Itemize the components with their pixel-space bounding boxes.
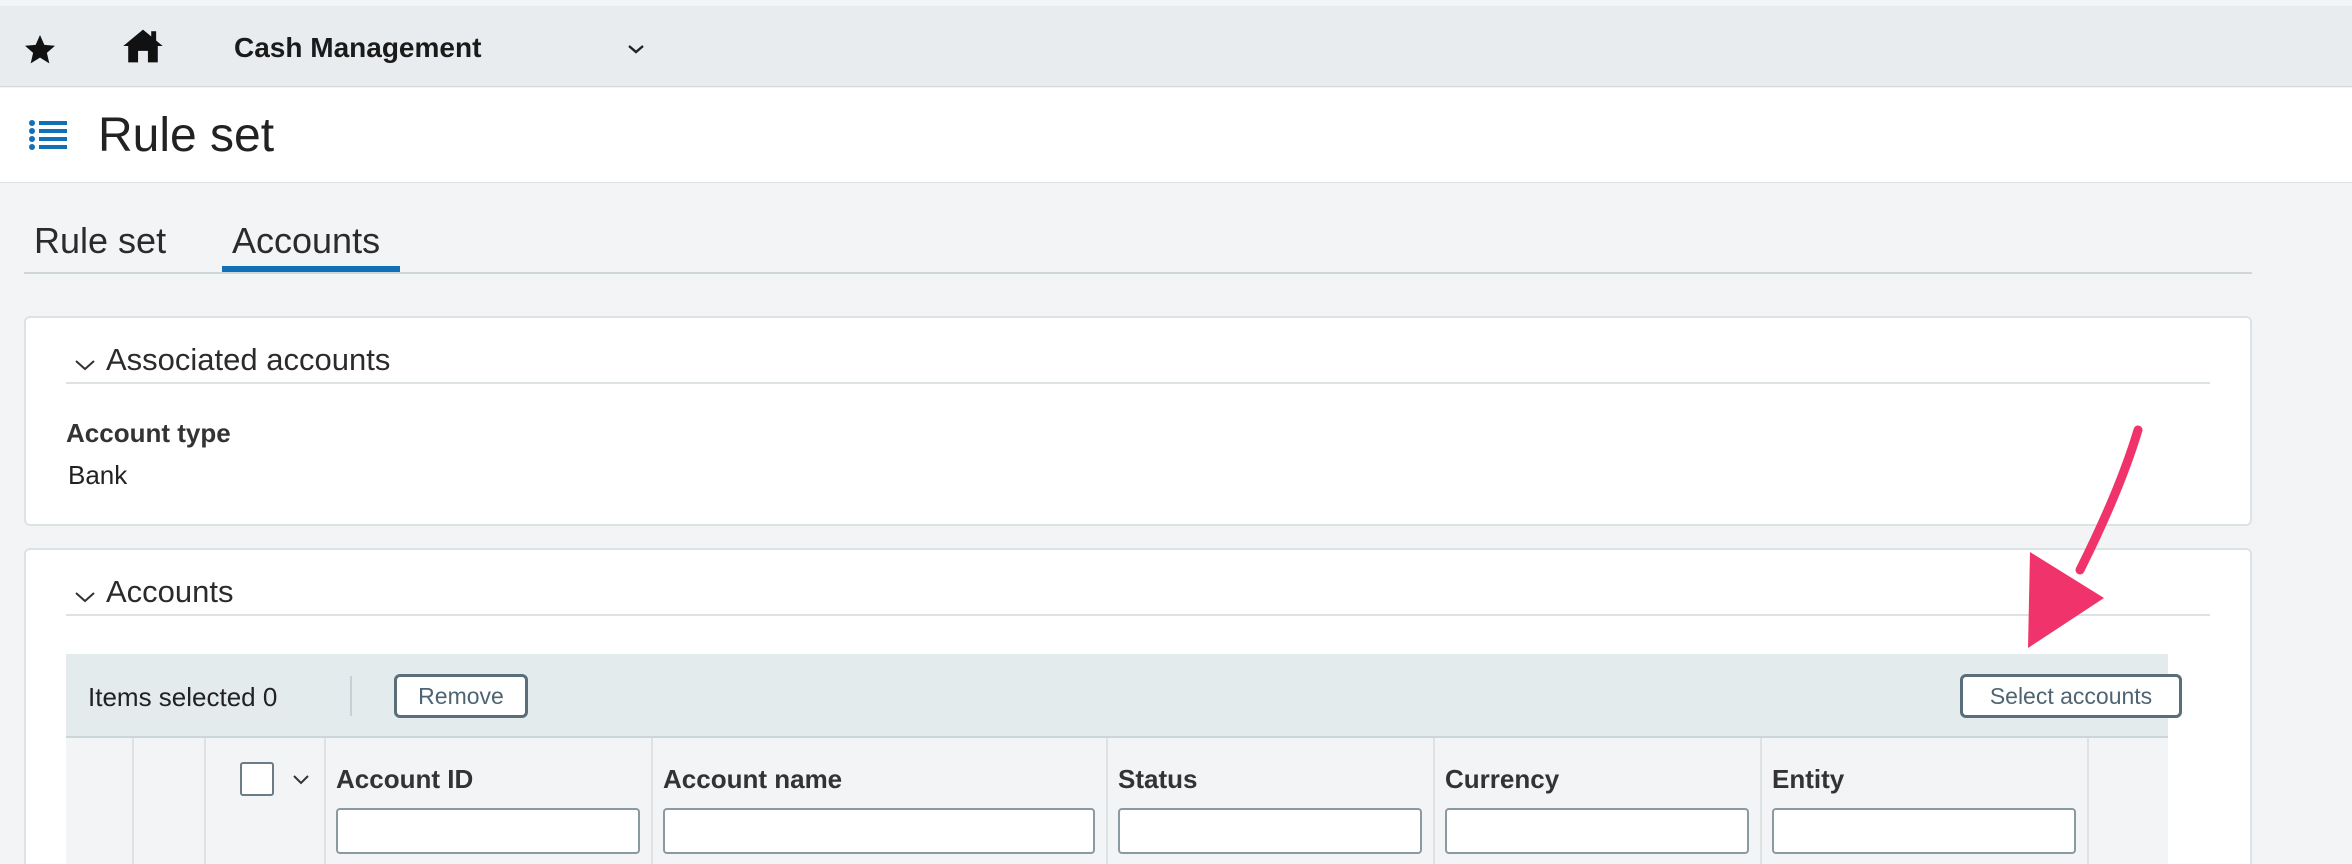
chevron-down-icon[interactable] [292, 774, 310, 786]
select-accounts-button[interactable]: Select accounts [1960, 674, 2182, 718]
grid-header-row: Account ID Account name Status Currency … [66, 738, 2168, 864]
account-type-label: Account type [66, 418, 231, 448]
column-header-label[interactable]: Account name [663, 764, 842, 795]
tab-bar: Rule set Accounts [24, 214, 2252, 274]
column-currency: Currency [1435, 738, 1762, 864]
column-header-label[interactable]: Entity [1772, 764, 1844, 795]
column-entity: Entity [1762, 738, 2089, 864]
list-icon[interactable] [28, 118, 68, 152]
grid-toolbar: Items selected 0 Remove Select accounts [66, 654, 2182, 738]
currency-filter-input[interactable] [1445, 808, 1749, 854]
chevron-down-icon[interactable] [626, 42, 646, 56]
associated-accounts-header[interactable]: Associated accounts [66, 338, 2210, 384]
row-handle-column [66, 738, 134, 864]
section-title: Accounts [106, 574, 234, 609]
select-all-column [206, 738, 326, 864]
entity-filter-input[interactable] [1772, 808, 2076, 854]
accounts-header[interactable]: Accounts [66, 570, 2210, 616]
items-selected-count: Items selected 0 [88, 682, 278, 712]
section-title: Associated accounts [106, 342, 391, 377]
status-filter-input[interactable] [1118, 808, 1422, 854]
active-tab-indicator [222, 266, 400, 272]
account-name-filter-input[interactable] [663, 808, 1095, 854]
column-status: Status [1108, 738, 1435, 864]
home-icon[interactable] [120, 26, 166, 66]
remove-button[interactable]: Remove [394, 674, 528, 718]
column-header-label[interactable]: Currency [1445, 764, 1559, 795]
row-action-column [134, 738, 206, 864]
chevron-down-icon[interactable] [74, 358, 96, 372]
tab-accounts[interactable]: Accounts [232, 220, 380, 262]
select-all-checkbox[interactable] [240, 762, 274, 796]
account-id-filter-input[interactable] [336, 808, 640, 854]
column-header-label[interactable]: Status [1118, 764, 1197, 795]
column-header-label[interactable]: Account ID [336, 764, 473, 795]
star-icon[interactable] [22, 32, 58, 68]
account-type-value: Bank [68, 460, 128, 490]
toolbar-divider [350, 676, 352, 716]
associated-accounts-panel: Associated accounts Account type Bank [24, 316, 2252, 526]
annotation-arrow-icon [2028, 425, 2143, 648]
column-account-name: Account name [653, 738, 1108, 864]
top-navigation-bar: Cash Management [0, 6, 2352, 87]
page-title: Rule set [98, 109, 275, 162]
chevron-down-icon[interactable] [74, 590, 96, 604]
module-selector-label[interactable]: Cash Management [234, 32, 481, 64]
tab-rule-set[interactable]: Rule set [34, 220, 166, 262]
page-header: Rule set [0, 88, 2352, 183]
column-account-id: Account ID [326, 738, 653, 864]
accounts-panel: Accounts Items selected 0 Remove Select … [24, 548, 2252, 864]
